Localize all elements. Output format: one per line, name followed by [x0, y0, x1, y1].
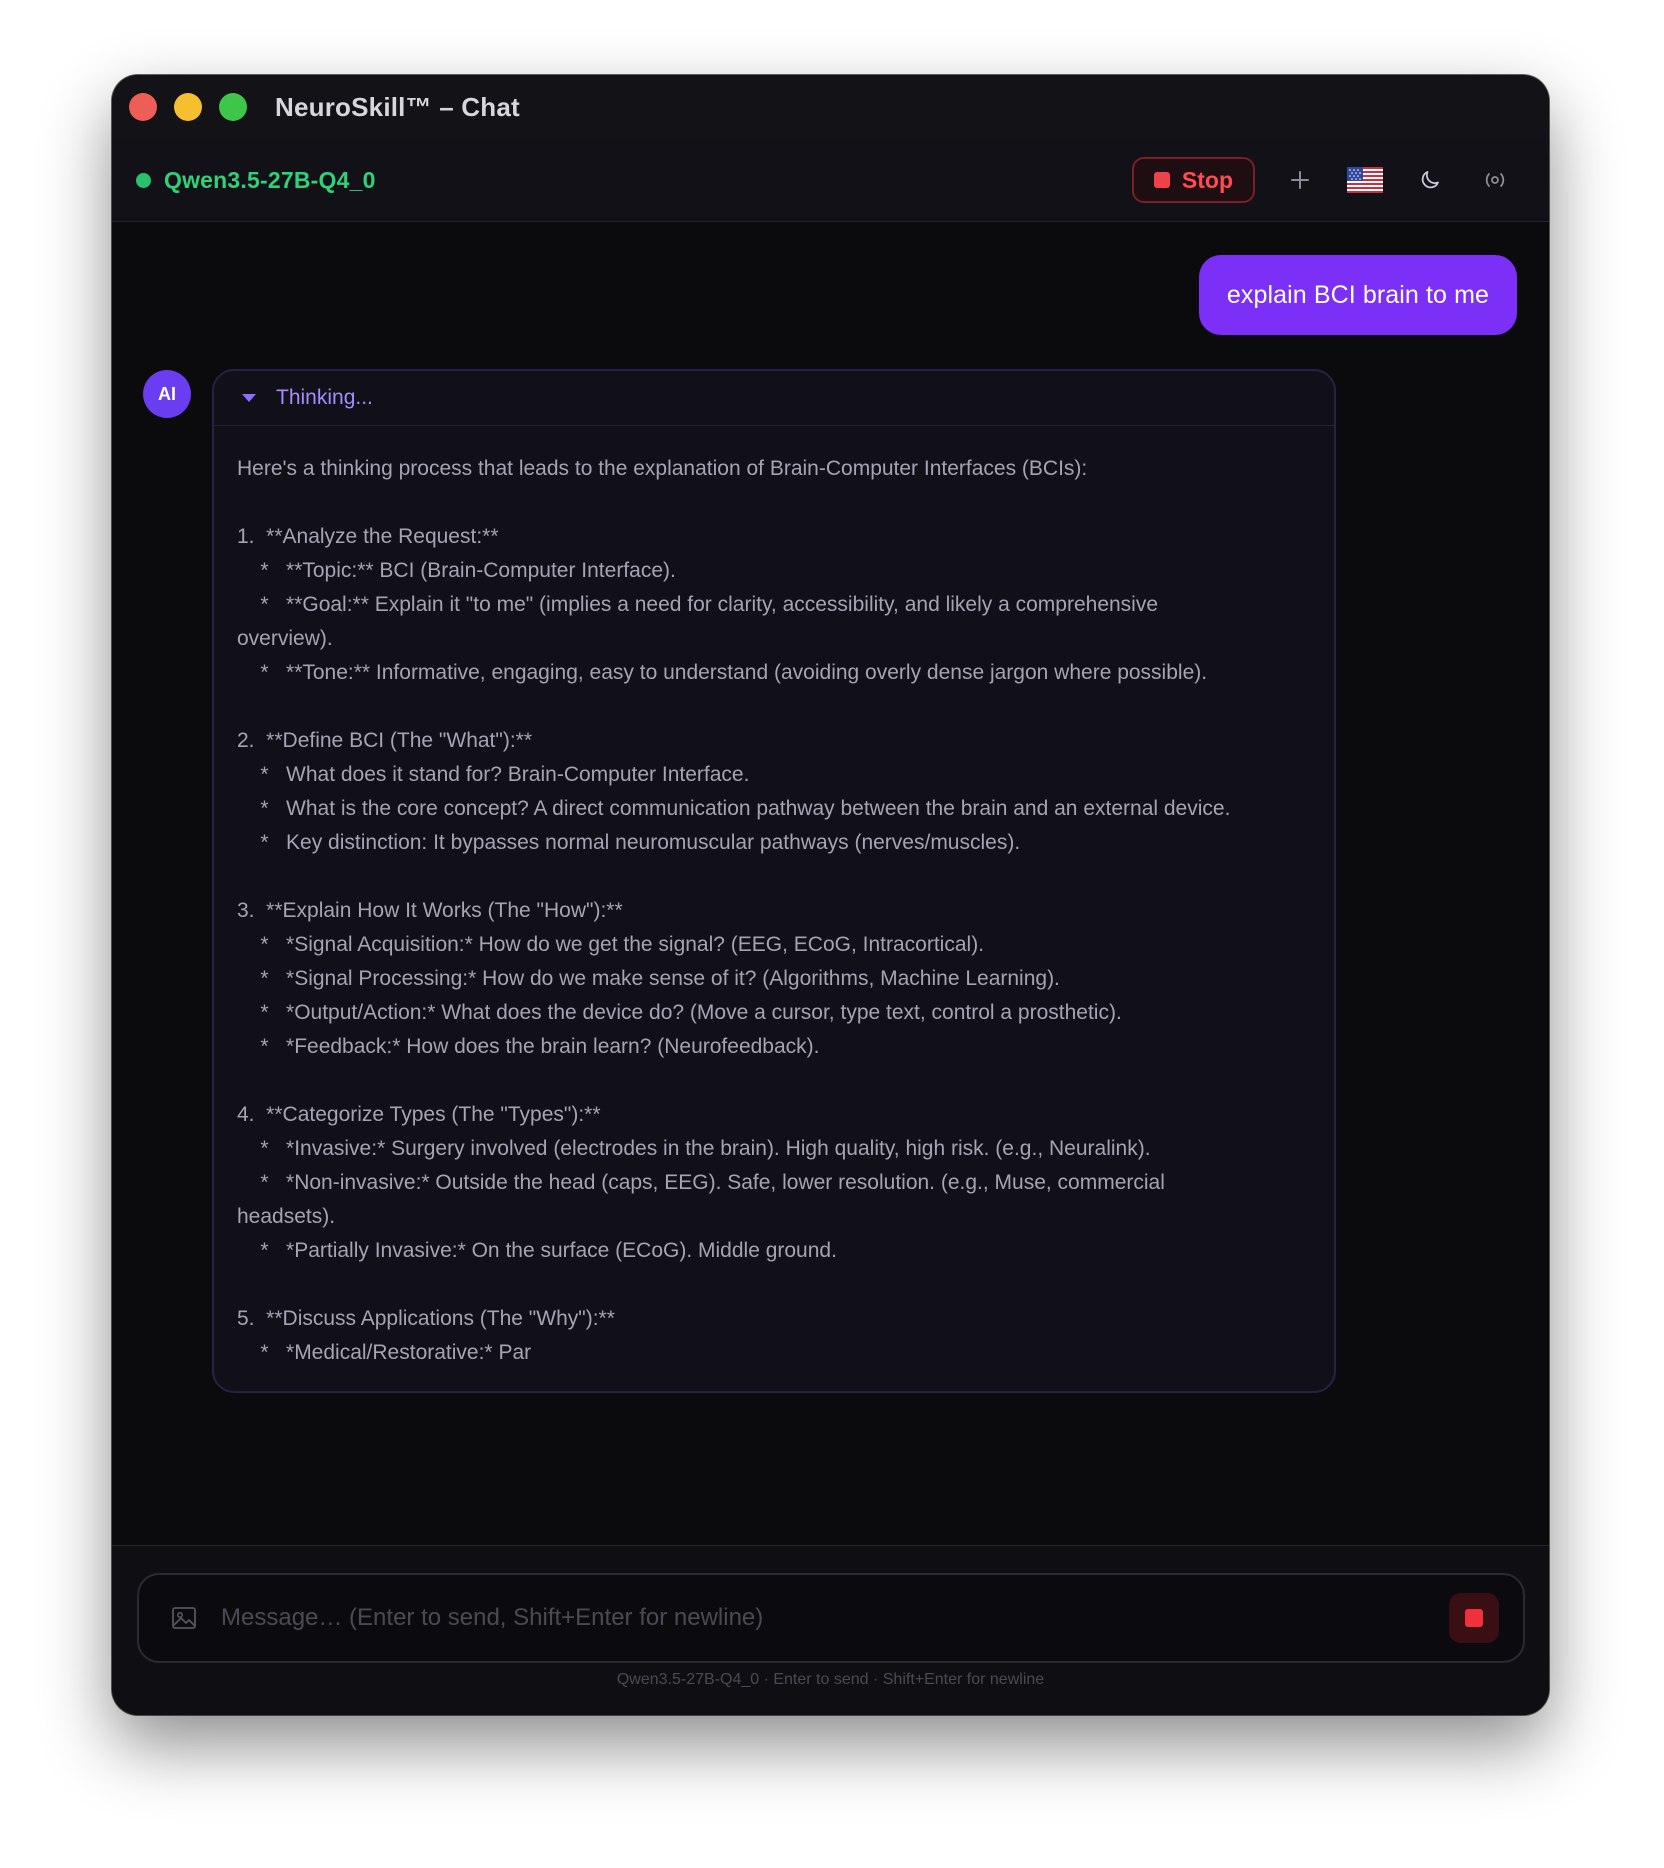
thinking-line: 3. **Explain How It Works (The "How"):**: [237, 899, 623, 922]
stop-send-button[interactable]: [1449, 1593, 1499, 1643]
thinking-line: * What is the core concept? A direct com…: [237, 797, 1231, 820]
thinking-content: Here's a thinking process that leads to …: [214, 426, 1334, 1370]
thinking-line: * *Output/Action:* What does the device …: [237, 1001, 1122, 1024]
stop-icon: [1465, 1609, 1483, 1627]
thinking-line: [237, 1064, 1312, 1098]
message-input[interactable]: [219, 1592, 1449, 1644]
thinking-line: * *Signal Acquisition:* How do we get th…: [237, 933, 985, 956]
user-message: explain BCI brain to me: [1198, 255, 1517, 335]
thinking-line: * Key distinction: It bypasses normal ne…: [237, 831, 1021, 854]
stop-icon: [1153, 172, 1170, 188]
attach-image-button[interactable]: [169, 1603, 199, 1633]
thinking-line: overview).: [237, 627, 333, 650]
minimize-window-button[interactable]: [174, 93, 202, 121]
thinking-line: [237, 1268, 1312, 1302]
image-icon: [172, 1607, 196, 1629]
thinking-toggle[interactable]: Thinking...: [214, 371, 1334, 426]
composer-hint: Qwen3.5-27B-Q4_0 · Enter to send · Shift…: [616, 1671, 1045, 1688]
thinking-line: 5. **Discuss Applications (The "Why"):**: [237, 1307, 615, 1330]
plus-icon: [1291, 171, 1309, 189]
message-composer: [137, 1573, 1525, 1663]
thinking-line: 4. **Categorize Types (The "Types"):**: [237, 1103, 601, 1126]
window-controls: [129, 93, 247, 121]
status-indicator-icon: [136, 172, 151, 188]
thinking-line: * **Topic:** BCI (Brain-Computer Interfa…: [237, 559, 676, 582]
ai-avatar: AI: [143, 370, 191, 418]
broadcast-icon: [1485, 173, 1505, 187]
thinking-label: Thinking...: [276, 386, 373, 409]
thinking-line: * *Medical/Restorative:* Par: [237, 1341, 532, 1364]
window-title: NeuroSkill™ – Chat: [275, 91, 520, 122]
chat-messages[interactable]: explain BCI brain to me AI Thinking... H…: [112, 222, 1549, 1620]
title-bar: NeuroSkill™ – Chat: [112, 75, 1549, 139]
stop-generation-button[interactable]: Stop: [1131, 157, 1255, 203]
theme-toggle-button[interactable]: [1410, 160, 1450, 200]
thinking-line: [237, 860, 1312, 894]
thinking-line: * **Goal:** Explain it "to me" (implies …: [237, 593, 1159, 616]
thinking-line: [237, 486, 1312, 520]
thinking-line: * *Signal Processing:* How do we make se…: [237, 967, 1060, 990]
thinking-line: * **Tone:** Informative, engaging, easy …: [237, 661, 1208, 684]
us-flag-icon: [1347, 167, 1383, 193]
broadcast-button[interactable]: [1475, 160, 1515, 200]
caret-down-icon: [242, 394, 256, 402]
new-chat-button[interactable]: [1280, 160, 1320, 200]
thinking-line: 2. **Define BCI (The "What"):**: [237, 729, 533, 752]
chat-toolbar: Qwen3.5-27B-Q4_0 Stop: [112, 139, 1549, 222]
thinking-panel: Thinking... Here's a thinking process th…: [212, 369, 1336, 1393]
model-status: Qwen3.5-27B-Q4_0: [136, 167, 376, 194]
maximize-window-button[interactable]: [219, 93, 247, 121]
thinking-line: Here's a thinking process that leads to …: [237, 457, 1088, 480]
app-window: NeuroSkill™ – Chat Qwen3.5-27B-Q4_0 Stop: [112, 75, 1549, 1715]
moon-icon: [1421, 171, 1439, 189]
thinking-line: headsets).: [237, 1205, 336, 1228]
thinking-line: * *Partially Invasive:* On the surface (…: [237, 1239, 837, 1262]
close-window-button[interactable]: [129, 93, 157, 121]
thinking-line: * *Invasive:* Surgery involved (electrod…: [237, 1137, 1151, 1160]
thinking-line: * *Non-invasive:* Outside the head (caps…: [237, 1171, 1165, 1194]
model-name: Qwen3.5-27B-Q4_0: [164, 166, 376, 193]
thinking-line: 1. **Analyze the Request:**: [237, 525, 499, 548]
language-button[interactable]: [1345, 160, 1385, 200]
stop-label: Stop: [1181, 166, 1233, 193]
thinking-line: * What does it stand for? Brain-Computer…: [237, 763, 750, 786]
toolbar-actions: Stop: [1131, 157, 1515, 203]
thinking-line: * *Feedback:* How does the brain learn? …: [237, 1035, 820, 1058]
thinking-line: [237, 690, 1312, 724]
